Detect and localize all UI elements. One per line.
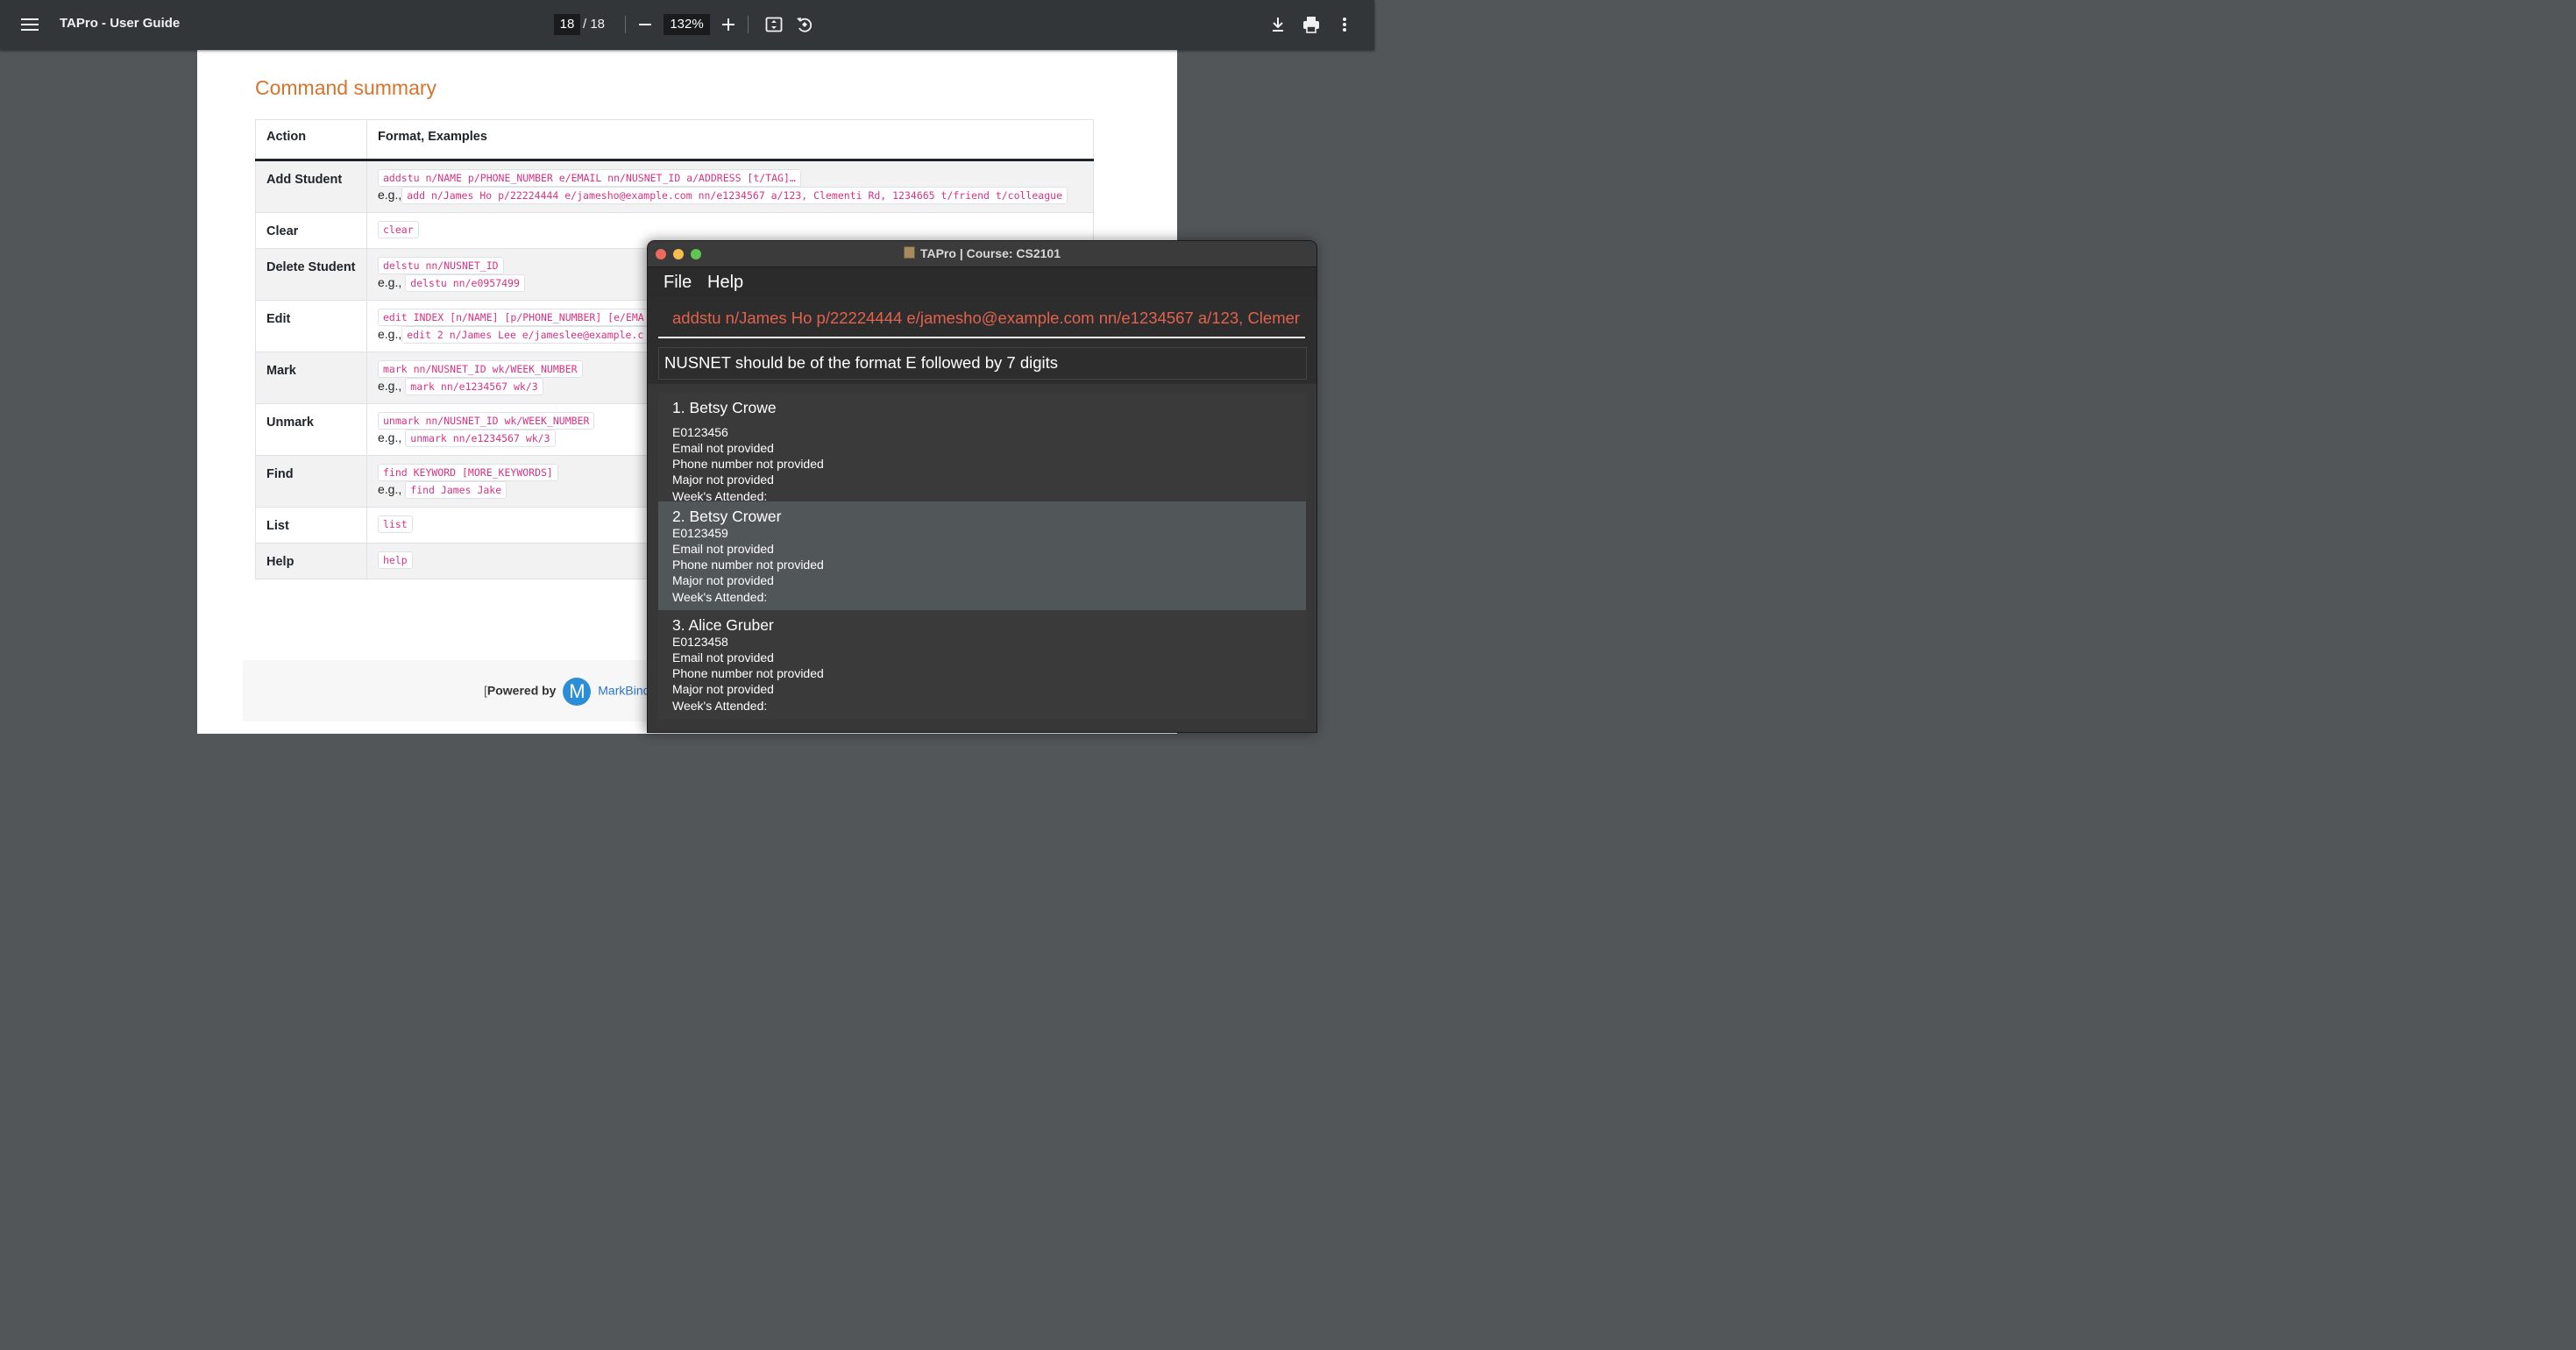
zoom-in-button[interactable] — [716, 12, 741, 37]
example-code: find James Jake — [405, 481, 507, 499]
document-title: TAPro - User Guide — [60, 16, 181, 31]
format-code: clear — [378, 221, 419, 238]
student-major: Major not provided — [672, 682, 774, 696]
student-list[interactable]: 1. Betsy Crowe E0123456 Email not provid… — [648, 384, 1316, 732]
format-code: unmark nn/NUSNET_ID wk/WEEK_NUMBER — [378, 412, 595, 430]
student-id: E0123458 — [672, 635, 728, 649]
command-input[interactable] — [672, 309, 1300, 328]
download-icon — [1273, 18, 1283, 32]
tapro-window: TAPro | Course: CS2101 File Help NUSNET … — [647, 240, 1317, 733]
fit-page-button[interactable] — [762, 12, 786, 37]
window-title: TAPro | Course: CS2101 — [648, 246, 1316, 260]
format-code: mark nn/NUSNET_ID wk/WEEK_NUMBER — [378, 360, 583, 378]
zoom-input[interactable]: 132% — [664, 14, 710, 35]
action-cell: Mark — [255, 352, 367, 404]
student-phone: Phone number not provided — [672, 558, 824, 572]
footer-powered-label: Powered by — [486, 683, 557, 698]
example-code: edit 2 n/James Lee e/jameslee@example.c — [401, 326, 649, 344]
format-code: edit INDEX [n/NAME] [p/PHONE_NUMBER] [e/… — [378, 309, 649, 326]
toolbar-divider — [625, 16, 626, 33]
student-email: Email not provided — [672, 650, 774, 664]
page-number-input[interactable]: 18 — [554, 14, 580, 35]
action-cell: Clear — [255, 212, 367, 249]
student-name: 2. Betsy Crower — [672, 508, 782, 525]
format-code: find KEYWORD [MORE_KEYWORDS] — [378, 464, 558, 481]
more-options-button[interactable] — [1332, 12, 1357, 37]
download-button[interactable] — [1266, 12, 1290, 37]
student-card[interactable]: 1. Betsy Crowe E0123456 Email not provid… — [658, 393, 1306, 503]
example-label: e.g., — [378, 327, 402, 341]
student-phone: Phone number not provided — [672, 666, 824, 680]
menu-help[interactable]: Help — [707, 273, 743, 293]
window-titlebar[interactable]: TAPro | Course: CS2101 — [648, 241, 1316, 267]
section-heading: Command summary — [255, 76, 437, 99]
page-total: / 18 — [583, 17, 606, 32]
result-message: NUSNET should be of the format E followe… — [664, 353, 1059, 372]
student-email: Email not provided — [672, 441, 774, 455]
example-code: unmark nn/e1234567 wk/3 — [405, 430, 556, 447]
menu-icon[interactable] — [21, 16, 39, 35]
action-cell: Help — [255, 543, 367, 579]
print-icon — [1303, 17, 1319, 33]
student-name: 1. Betsy Crowe — [672, 399, 777, 416]
fit-to-page-icon — [765, 17, 783, 32]
student-card-selected[interactable]: 2. Betsy Crower E0123459 Email not provi… — [658, 501, 1306, 610]
student-major: Major not provided — [672, 573, 774, 587]
student-major: Major not provided — [672, 472, 774, 487]
toolbar-divider — [748, 16, 749, 33]
app-icon — [903, 246, 915, 259]
markbind-logo-icon: M — [563, 678, 592, 706]
print-button[interactable] — [1299, 12, 1323, 37]
zoom-out-button[interactable] — [633, 12, 657, 37]
action-cell: Find — [255, 455, 367, 508]
format-code: delstu nn/NUSNET_ID — [378, 257, 504, 274]
table-row: Add Student addstu n/NAME p/PHONE_NUMBER… — [255, 160, 1094, 213]
action-cell: Edit — [255, 300, 367, 352]
example-code: delstu nn/e0957499 — [405, 274, 525, 292]
powered-by-text: [Powered by M MarkBind 5.1 — [484, 678, 671, 706]
column-header-action: Action — [255, 119, 367, 161]
window-title-text: TAPro | Course: CS2101 — [919, 246, 1061, 260]
column-header-format: Format, Examples — [366, 119, 1094, 161]
action-cell: Delete Student — [255, 248, 367, 301]
student-email: Email not provided — [672, 542, 774, 556]
command-box — [658, 299, 1305, 338]
student-weeks: Week's Attended: — [672, 590, 768, 604]
student-phone: Phone number not provided — [672, 457, 824, 471]
example-label: e.g., — [378, 379, 402, 393]
format-code: help — [378, 551, 413, 569]
example-label: e.g., — [378, 188, 402, 202]
example-label: e.g., — [378, 482, 402, 496]
pdf-toolbar: TAPro - User Guide 18 / 18 132% — [0, 0, 1374, 50]
student-id: E0123459 — [672, 526, 728, 540]
action-cell: Add Student — [255, 160, 367, 213]
student-name: 3. Alice Gruber — [672, 616, 774, 634]
action-cell: Unmark — [255, 403, 367, 456]
vertical-dots-icon — [1343, 18, 1346, 32]
student-id: E0123456 — [672, 425, 728, 439]
student-weeks: Week's Attended: — [672, 699, 768, 713]
format-cell: addstu n/NAME p/PHONE_NUMBER e/EMAIL nn/… — [366, 160, 1094, 213]
plus-icon — [722, 18, 734, 31]
example-code: add n/James Ho p/22224444 e/jamesho@exam… — [401, 187, 1068, 204]
result-display: NUSNET should be of the format E followe… — [658, 347, 1307, 380]
table-header-row: Action Format, Examples — [255, 119, 1094, 161]
format-code: addstu n/NAME p/PHONE_NUMBER e/EMAIL nn/… — [378, 169, 801, 187]
example-label: e.g., — [378, 430, 402, 444]
rotate-icon — [797, 18, 813, 32]
format-code: list — [378, 515, 413, 533]
rotate-button[interactable] — [792, 12, 817, 37]
menu-file[interactable]: File — [664, 273, 692, 293]
student-card[interactable]: 3. Alice Gruber E0123458 Email not provi… — [658, 610, 1306, 719]
action-cell: List — [255, 507, 367, 544]
menu-bar: File Help — [648, 267, 1316, 297]
minus-icon — [639, 24, 651, 25]
example-label: e.g., — [378, 275, 402, 289]
example-code: mark nn/e1234567 wk/3 — [405, 378, 543, 395]
